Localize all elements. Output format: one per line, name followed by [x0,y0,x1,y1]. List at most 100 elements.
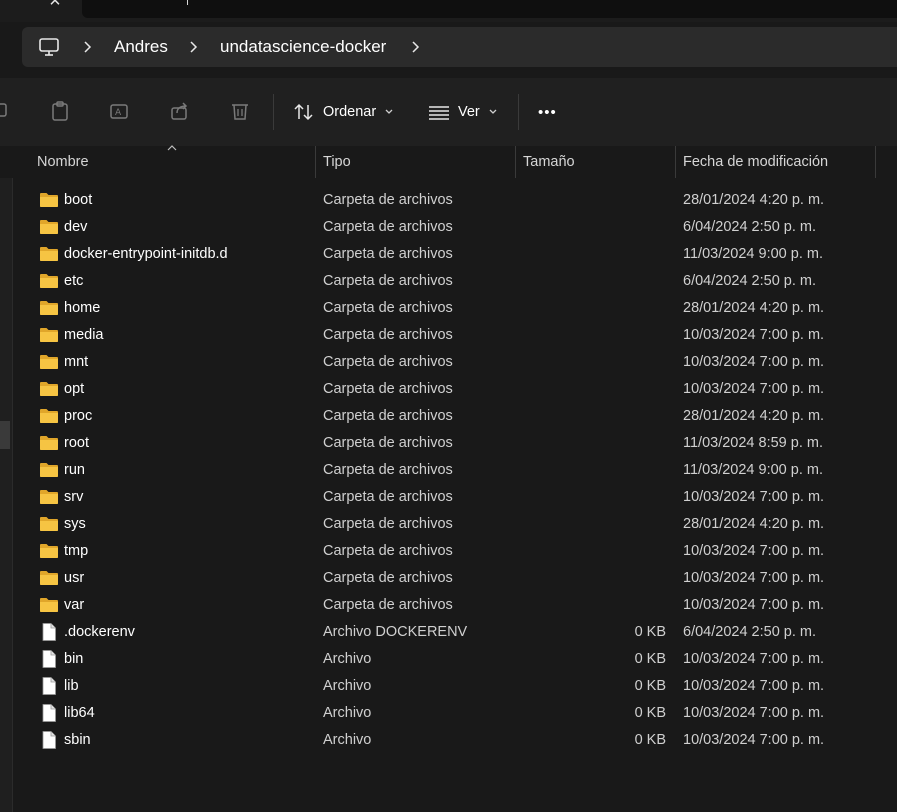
file-row[interactable]: lib Archivo 0 KB 10/03/2024 7:00 p. m. [0,673,897,700]
file-date: 28/01/2024 4:20 p. m. [683,192,825,208]
file-date: 10/03/2024 7:00 p. m. [683,570,825,586]
address-bar[interactable]: Andres undatascience-docker [22,27,897,67]
folder-icon [39,514,59,534]
file-type: Carpeta de archivos [323,327,453,343]
file-name: run [64,462,85,478]
file-type: Carpeta de archivos [323,408,453,424]
column-divider[interactable] [315,146,316,178]
view-button[interactable]: Ver [428,100,498,124]
file-date: 10/03/2024 7:00 p. m. [683,651,825,667]
file-name: lib64 [64,705,95,721]
file-row[interactable]: docker-entrypoint-initdb.d Carpeta de arc… [0,241,897,268]
chevron-down-icon [385,109,393,114]
file-name: boot [64,192,93,208]
file-row[interactable]: lib64 Archivo 0 KB 10/03/2024 7:00 p. m. [0,700,897,727]
view-label: Ver [458,104,480,120]
file-row[interactable]: proc Carpeta de archivos 28/01/2024 4:20 p… [0,403,897,430]
file-row[interactable]: sys Carpeta de archivos 28/01/2024 4:20 p.… [0,511,897,538]
file-name: tmp [64,543,89,559]
column-header-size[interactable]: Tamaño [523,154,575,170]
command-bar: A Ordenar Ver ••• [0,78,897,147]
folder-icon [39,271,59,291]
file-date: 11/03/2024 9:00 p. m. [683,462,824,478]
column-header-name[interactable]: Nombre [37,154,89,170]
folder-icon [39,406,59,426]
column-header-date[interactable]: Fecha de modificación [683,154,828,170]
file-date: 11/03/2024 8:59 p. m. [683,435,824,451]
file-row[interactable]: bin Archivo 0 KB 10/03/2024 7:00 p. m. [0,646,897,673]
file-date: 10/03/2024 7:00 p. m. [683,543,825,559]
chevron-down-icon [489,109,497,114]
see-more-button[interactable]: ••• [538,100,557,124]
file-icon [39,730,59,750]
sort-button[interactable]: Ordenar [293,100,394,124]
file-type: Carpeta de archivos [323,273,453,289]
file-date: 10/03/2024 7:00 p. m. [683,327,825,343]
column-divider[interactable] [675,146,676,178]
file-name: bin [64,651,84,667]
file-size: 0 KB [634,651,666,667]
chevron-right-icon[interactable] [82,38,94,56]
rename-text-icon[interactable]: A [109,100,131,122]
file-size: 0 KB [634,678,666,694]
paste-icon[interactable] [49,100,71,122]
chevron-right-icon[interactable] [188,38,200,56]
file-name: usr [64,570,85,586]
folder-icon [39,595,59,615]
folder-icon [39,244,59,264]
breadcrumb-item-andres[interactable]: Andres [114,37,168,57]
file-name: dev [64,219,88,235]
file-row[interactable]: root Carpeta de archivos 11/03/2024 8:59 p… [0,430,897,457]
column-divider[interactable] [515,146,516,178]
file-type: Carpeta de archivos [323,354,453,370]
file-type: Carpeta de archivos [323,543,453,559]
file-date: 11/03/2024 9:00 p. m. [683,246,824,262]
rename-icon[interactable] [0,100,12,122]
delete-icon[interactable] [229,100,251,122]
folder-icon [39,487,59,507]
file-row[interactable]: tmp Carpeta de archivos 10/03/2024 7:00 p.… [0,538,897,565]
column-divider[interactable] [875,146,876,178]
column-header-type[interactable]: Tipo [323,154,351,170]
file-name: docker-entrypoint-initdb.d [64,246,228,262]
folder-icon [39,379,59,399]
breadcrumb-item-current-folder[interactable]: undatascience-docker [220,37,386,57]
file-row[interactable]: .dockerenv Archivo DOCKERENV 0 KB 6/04/2024… [0,619,897,646]
file-type: Carpeta de archivos [323,489,453,505]
file-row[interactable]: dev Carpeta de archivos 6/04/2024 2:50 p. … [0,214,897,241]
file-row[interactable]: var Carpeta de archivos 10/03/2024 7:00 p.… [0,592,897,619]
file-row[interactable]: run Carpeta de archivos 11/03/2024 9:00 p.… [0,457,897,484]
file-row[interactable]: sbin Archivo 0 KB 10/03/2024 7:00 p. m. [0,727,897,754]
column-header-row: Nombre Tipo Tamaño Fecha de modificación [0,145,897,178]
file-row[interactable]: srv Carpeta de archivos 10/03/2024 7:00 p.… [0,484,897,511]
file-type: Carpeta de archivos [323,435,453,451]
file-row[interactable]: opt Carpeta de archivos 10/03/2024 7:00 p.… [0,376,897,403]
file-type: Carpeta de archivos [323,516,453,532]
file-name: mnt [64,354,89,370]
toolbar-divider [273,94,274,130]
share-icon[interactable] [169,100,191,122]
chevron-right-icon[interactable] [410,38,422,56]
file-row[interactable]: media Carpeta de archivos 10/03/2024 7:00 … [0,322,897,349]
file-date: 28/01/2024 4:20 p. m. [683,300,825,316]
close-tab-icon[interactable]: × [44,0,66,14]
file-date: 10/03/2024 7:00 p. m. [683,705,825,721]
file-row[interactable]: home Carpeta de archivos 28/01/2024 4:20 p… [0,295,897,322]
file-row[interactable]: mnt Carpeta de archivos 10/03/2024 7:00 p.… [0,349,897,376]
search-input[interactable] [82,0,897,18]
file-type: Archivo [323,651,372,667]
file-row[interactable]: etc Carpeta de archivos 6/04/2024 2:50 p. … [0,268,897,295]
file-type: Archivo [323,705,372,721]
sort-arrows-icon [294,103,313,121]
file-date: 6/04/2024 2:50 p. m. [683,273,817,289]
file-row[interactable]: boot Carpeta de archivos 28/01/2024 4:20 p… [0,187,897,214]
this-pc-icon[interactable] [38,37,60,57]
file-type: Carpeta de archivos [323,300,453,316]
file-list: boot Carpeta de archivos 28/01/2024 4:20 p… [0,187,897,754]
file-date: 10/03/2024 7:00 p. m. [683,732,825,748]
file-icon [39,703,59,723]
file-name: .dockerenv [64,624,135,640]
file-date: 28/01/2024 4:20 p. m. [683,516,825,532]
folder-icon [39,541,59,561]
file-row[interactable]: usr Carpeta de archivos 10/03/2024 7:00 p.… [0,565,897,592]
